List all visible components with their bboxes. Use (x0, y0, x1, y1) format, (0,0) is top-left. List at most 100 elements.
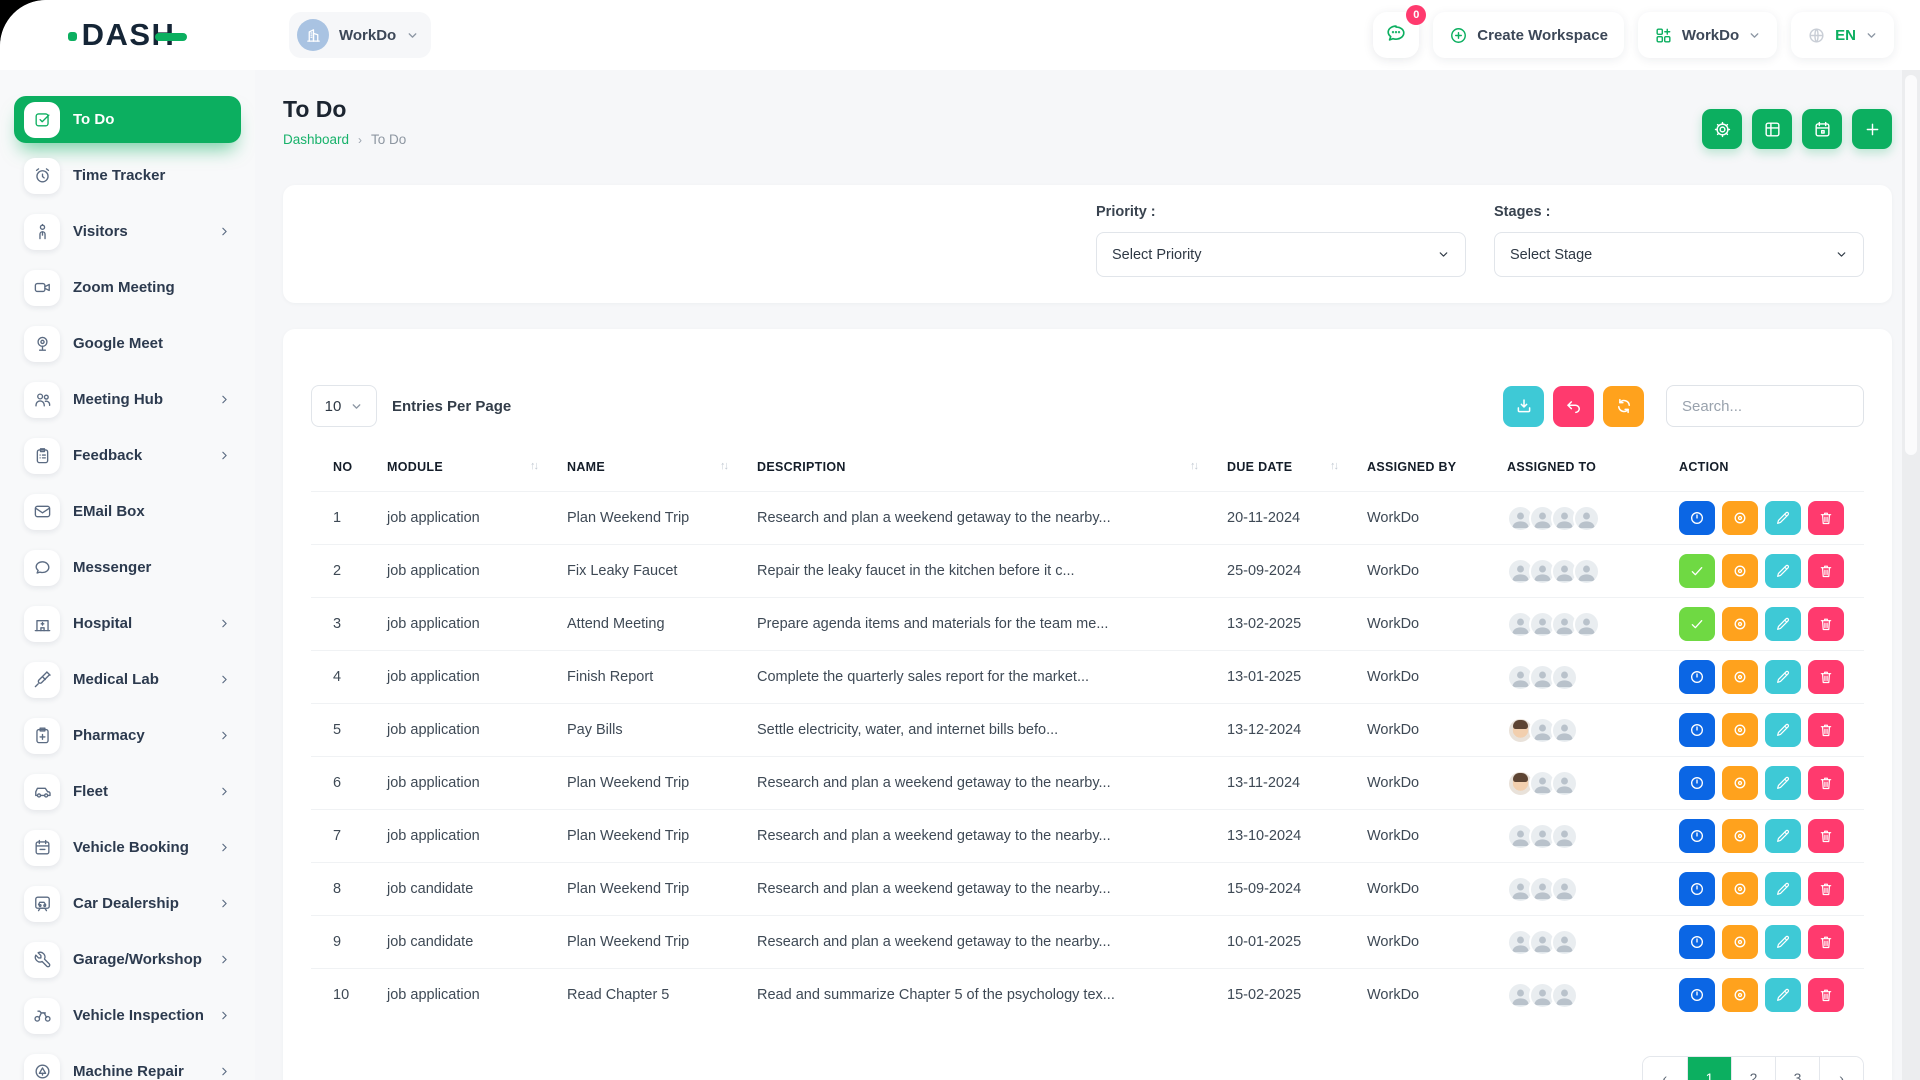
delete-button[interactable] (1808, 925, 1844, 959)
timer-button[interactable] (1679, 660, 1715, 694)
edit-button[interactable] (1765, 554, 1801, 588)
sidebar-item-visitors[interactable]: Visitors (14, 208, 241, 255)
timer-button[interactable] (1679, 872, 1715, 906)
sidebar-item-messenger[interactable]: Messenger (14, 544, 241, 591)
column-header-name[interactable]: NAME↑↓ (561, 443, 751, 492)
view-button[interactable] (1722, 554, 1758, 588)
sidebar-item-time-tracker[interactable]: Time Tracker (14, 152, 241, 199)
delete-button[interactable] (1808, 713, 1844, 747)
column-header-description[interactable]: DESCRIPTION↑↓ (751, 443, 1221, 492)
cell-action (1673, 863, 1864, 916)
timer-button[interactable] (1679, 713, 1715, 747)
assignee-avatar-group (1507, 876, 1667, 903)
sidebar-item-meeting-hub[interactable]: Meeting Hub (14, 376, 241, 423)
sidebar-item-vehicle-inspection[interactable]: Vehicle Inspection (14, 992, 241, 1039)
sidebar-item-label: Meeting Hub (73, 391, 205, 408)
garage-workshop-icon (24, 942, 60, 978)
timer-button[interactable] (1679, 766, 1715, 800)
scrollbar-track[interactable] (1902, 70, 1920, 1080)
sidebar-item-vehicle-booking[interactable]: Vehicle Booking (14, 824, 241, 871)
trash-icon (1818, 881, 1834, 897)
view-button[interactable] (1722, 978, 1758, 1012)
refresh-button[interactable] (1603, 386, 1644, 427)
entries-per-page-select[interactable]: 10 (311, 385, 377, 427)
edit-button[interactable] (1765, 766, 1801, 800)
timer-button[interactable] (1679, 978, 1715, 1012)
view-button[interactable] (1722, 819, 1758, 853)
sidebar-item-medical-lab[interactable]: Medical Lab (14, 656, 241, 703)
edit-button[interactable] (1765, 978, 1801, 1012)
sidebar-item-car-dealership[interactable]: Car Dealership (14, 880, 241, 927)
chevron-down-icon (350, 400, 363, 413)
sidebar-item-email-box[interactable]: EMail Box (14, 488, 241, 535)
workspace-menu[interactable]: WorkDo (1638, 12, 1777, 58)
export-button[interactable] (1503, 386, 1544, 427)
sidebar-item-feedback[interactable]: Feedback (14, 432, 241, 479)
table-row: 8job candidatePlan Weekend TripResearch … (311, 863, 1864, 916)
search-input[interactable] (1666, 385, 1864, 427)
delete-button[interactable] (1808, 501, 1844, 535)
settings-button[interactable] (1702, 109, 1742, 149)
edit-button[interactable] (1765, 819, 1801, 853)
pagination-page-1[interactable]: 1 (1687, 1057, 1731, 1080)
edit-button[interactable] (1765, 501, 1801, 535)
view-button[interactable] (1722, 501, 1758, 535)
chat-button[interactable]: 0 (1373, 12, 1419, 58)
view-button[interactable] (1722, 925, 1758, 959)
delete-button[interactable] (1808, 607, 1844, 641)
delete-button[interactable] (1808, 660, 1844, 694)
create-workspace-button[interactable]: Create Workspace (1433, 12, 1624, 58)
delete-button[interactable] (1808, 766, 1844, 800)
sidebar-item-fleet[interactable]: Fleet (14, 768, 241, 815)
language-selector[interactable]: EN (1791, 12, 1894, 58)
timer-button[interactable] (1679, 501, 1715, 535)
scrollbar-thumb[interactable] (1905, 75, 1917, 455)
reset-button[interactable] (1553, 386, 1594, 427)
cell-assigned-by: WorkDo (1361, 969, 1501, 1022)
view-button[interactable] (1722, 607, 1758, 641)
workspace-selector[interactable]: WorkDo (289, 12, 431, 58)
sidebar-item-machine-repair[interactable]: Machine Repair (14, 1048, 241, 1080)
view-button[interactable] (1722, 766, 1758, 800)
cell-no: 6 (311, 757, 381, 810)
sidebar-item-google-meet[interactable]: Google Meet (14, 320, 241, 367)
edit-button[interactable] (1765, 925, 1801, 959)
cell-assigned-to (1501, 757, 1673, 810)
column-header-due-date[interactable]: DUE DATE↑↓ (1221, 443, 1361, 492)
view-button[interactable] (1722, 872, 1758, 906)
mark-complete-button[interactable] (1679, 607, 1715, 641)
timer-button[interactable] (1679, 819, 1715, 853)
sidebar-item-zoom-meeting[interactable]: Zoom Meeting (14, 264, 241, 311)
delete-button[interactable] (1808, 978, 1844, 1012)
view-button[interactable] (1722, 713, 1758, 747)
breadcrumb-dashboard-link[interactable]: Dashboard (283, 132, 349, 147)
grid-view-button[interactable] (1752, 109, 1792, 149)
view-button[interactable] (1722, 660, 1758, 694)
timer-button[interactable] (1679, 925, 1715, 959)
cell-action (1673, 757, 1864, 810)
pagination-page-3[interactable]: 3 (1775, 1057, 1819, 1080)
column-header-module[interactable]: MODULE↑↓ (381, 443, 561, 492)
edit-button[interactable] (1765, 872, 1801, 906)
delete-button[interactable] (1808, 819, 1844, 853)
stage-select[interactable]: Select Stage (1494, 232, 1864, 277)
cell-assigned-by: WorkDo (1361, 545, 1501, 598)
pagination-page-2[interactable]: 2 (1731, 1057, 1775, 1080)
edit-button[interactable] (1765, 607, 1801, 641)
edit-button[interactable] (1765, 713, 1801, 747)
delete-button[interactable] (1808, 872, 1844, 906)
sidebar-item-garage-workshop[interactable]: Garage/Workshop (14, 936, 241, 983)
sidebar-item-hospital[interactable]: Hospital (14, 600, 241, 647)
delete-button[interactable] (1808, 554, 1844, 588)
sidebar-item-to-do[interactable]: To Do (14, 96, 241, 143)
calendar-view-button[interactable] (1802, 109, 1842, 149)
priority-select[interactable]: Select Priority (1096, 232, 1466, 277)
sidebar-item-pharmacy[interactable]: Pharmacy (14, 712, 241, 759)
mark-complete-button[interactable] (1679, 554, 1715, 588)
add-todo-button[interactable] (1852, 109, 1892, 149)
pagination-next[interactable]: › (1819, 1057, 1863, 1080)
assignee-avatar-group (1507, 929, 1667, 956)
edit-button[interactable] (1765, 660, 1801, 694)
cell-assigned-to (1501, 810, 1673, 863)
pagination-prev[interactable]: ‹ (1643, 1057, 1687, 1080)
